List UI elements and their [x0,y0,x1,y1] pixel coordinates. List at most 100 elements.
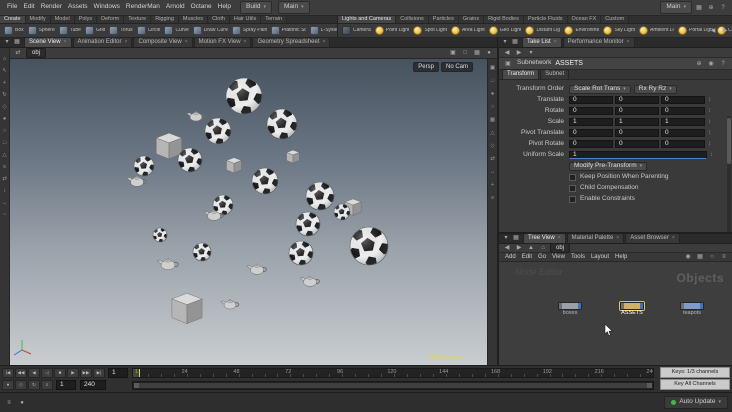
select-tool-icon[interactable]: ↖ [1,68,9,76]
back-icon[interactable]: ◀ [502,48,512,58]
shelf-tab-cloth[interactable]: Cloth [208,16,230,23]
help-icon[interactable]: ? [718,59,728,69]
param-field-scale-0[interactable]: 1 [569,118,613,126]
forward-icon[interactable]: ▶ [514,243,524,253]
scale-tool-icon[interactable]: ◇ [1,104,9,112]
play-button[interactable]: ▶ [67,368,79,378]
current-frame-field[interactable]: 1 [108,368,128,378]
shelfset-selector-right[interactable]: Main ▾ [660,1,692,14]
param-field-pivot-translate-0[interactable]: 0 [569,129,613,137]
close-tab-icon[interactable]: × [558,235,561,241]
shelf-tool-spot-light[interactable]: Spot Light [411,25,449,36]
value-ladder-icon[interactable]: ↕ [708,130,711,136]
shelf-tab-deform[interactable]: Deform [97,16,125,23]
menu-edit[interactable]: Edit [20,2,37,13]
network-menu-edit[interactable]: Edit [519,253,535,261]
shelf-tab-custom[interactable]: Custom [601,16,630,23]
rotate-tool-icon[interactable]: ↻ [1,92,9,100]
pane-menu-icon[interactable]: ▾ [501,234,511,243]
shelf-tab-model[interactable]: Model [50,16,75,23]
menu-file[interactable]: File [4,2,20,13]
param-field-translate-2[interactable]: 0 [661,96,705,104]
shelf-tool-torus[interactable]: Torus [107,25,134,36]
grid-toggle-icon[interactable]: ▦ [489,117,497,125]
mirror-icon[interactable]: ⇄ [1,176,9,184]
layout-quad-icon[interactable]: ▦ [472,48,482,58]
range-end-field[interactable]: 240 [80,380,106,390]
stop-button[interactable]: ■ [54,368,66,378]
shelf-tool-draw-curve[interactable]: Draw Curve [191,25,230,36]
pane-menu-icon[interactable]: ▾ [500,38,510,47]
menu-octane[interactable]: Octane [188,2,215,13]
shelf-tool-curve[interactable]: Curve [162,25,190,36]
shelf-scroll-left-icon[interactable]: ◀ [708,26,718,36]
translate-tool-icon[interactable]: + [1,80,9,88]
tab-take-list[interactable]: Take List × [522,38,562,47]
shelf-tool-sky-light[interactable]: Sky Light [601,25,637,36]
transform-order-dropdown[interactable]: Scale Rot Trans ▾ [569,84,631,94]
play-reverse-button[interactable]: ◁ [41,368,53,378]
menu-windows[interactable]: Windows [91,2,123,13]
param-field-translate-0[interactable]: 0 [569,96,613,104]
swap-view-icon[interactable]: ⇄ [489,156,497,164]
pane-menu-icon[interactable]: ▾ [2,38,12,47]
close-tab-icon[interactable]: × [125,39,128,45]
network-menu-help[interactable]: Help [612,253,630,261]
soccer-ball[interactable] [133,155,155,178]
view-tool-icon[interactable]: ○ [1,128,9,136]
teapot[interactable] [220,299,240,310]
shelfset-selector[interactable]: Main ▾ [278,1,310,14]
shelf-tab-ocean-fx[interactable]: Ocean FX [567,16,602,23]
tab-composite-view[interactable]: Composite View × [133,38,193,47]
soccer-ball[interactable] [152,227,168,243]
shelf-scroll-right-icon[interactable]: ▶ [720,26,730,36]
shelf-tab-particles[interactable]: Particles [428,16,459,23]
set-key-button[interactable]: ● [2,380,14,390]
network-node-teapots[interactable]: teapots [680,302,704,316]
timeline-ruler[interactable]: 1 24 48 72 96 120 144 168 192 216 240 [132,368,654,378]
menu-arnold[interactable]: Arnold [163,2,188,13]
parameter-scrollbar[interactable] [727,116,731,232]
snap-grid-icon[interactable]: □ [1,140,9,148]
teapot[interactable] [156,258,179,271]
forward-icon[interactable]: ▶ [514,48,524,58]
perspective-button[interactable]: Persp [413,62,439,72]
node-name-field[interactable]: ASSETS [555,60,583,67]
wireframe-icon[interactable]: □ [489,78,497,86]
shelf-tool-l-system[interactable]: L-System [308,25,337,36]
param-field-translate-1[interactable]: 0 [615,96,659,104]
param-field-scale-1[interactable]: 1 [615,118,659,126]
shelf-tab-create[interactable]: Create [0,16,26,23]
add-view-icon[interactable]: + [489,182,497,190]
box[interactable] [286,149,300,164]
shelf-tab-collisions[interactable]: Collisions [396,16,429,23]
network-menu-go[interactable]: Go [535,253,549,261]
shelf-tab-modify[interactable]: Modify [25,16,51,23]
param-tab-subnet[interactable]: Subnet [540,69,570,79]
pane-split-icon[interactable]: ▦ [510,38,520,47]
playbar-options-button[interactable]: ≡ [41,380,53,390]
network-menu-tools[interactable]: Tools [568,253,588,261]
network-path[interactable]: obj [550,243,571,253]
gear-icon[interactable]: ⊕ [694,59,704,69]
teapot[interactable] [299,275,320,287]
snapshot-icon[interactable]: ● [484,48,494,58]
close-tab-icon[interactable]: × [672,235,675,241]
checkbox-keep-position-when-parenting[interactable] [569,173,576,181]
param-field-rotate-2[interactable]: 0 [661,107,705,115]
network-menu-icon[interactable]: ≡ [719,252,729,262]
checkbox-child-compensation[interactable] [569,184,576,192]
scope-channels-button[interactable]: ◇ [15,380,27,390]
soccer-ball[interactable] [225,77,265,117]
next-frame-button[interactable]: ▶▶ [80,368,92,378]
menu-render[interactable]: Render [38,2,65,13]
network-node-assets[interactable]: ASSETS [620,302,644,316]
update-mode-selector[interactable]: Auto Update ▾ [664,396,728,409]
param-field-pivot-translate-2[interactable]: 0 [661,129,705,137]
shelf-tab-particle-fluids[interactable]: Particle Fluids [523,16,568,23]
up-level-icon[interactable]: ▲ [526,243,536,253]
shelf-tool-geo-light[interactable]: Geo Light [487,25,524,36]
shelf-tab-grains[interactable]: Grains [458,16,485,23]
shelf-tool-point-light[interactable]: Point Light [373,25,412,36]
prev-key-button[interactable]: ◀◀ [15,368,27,378]
